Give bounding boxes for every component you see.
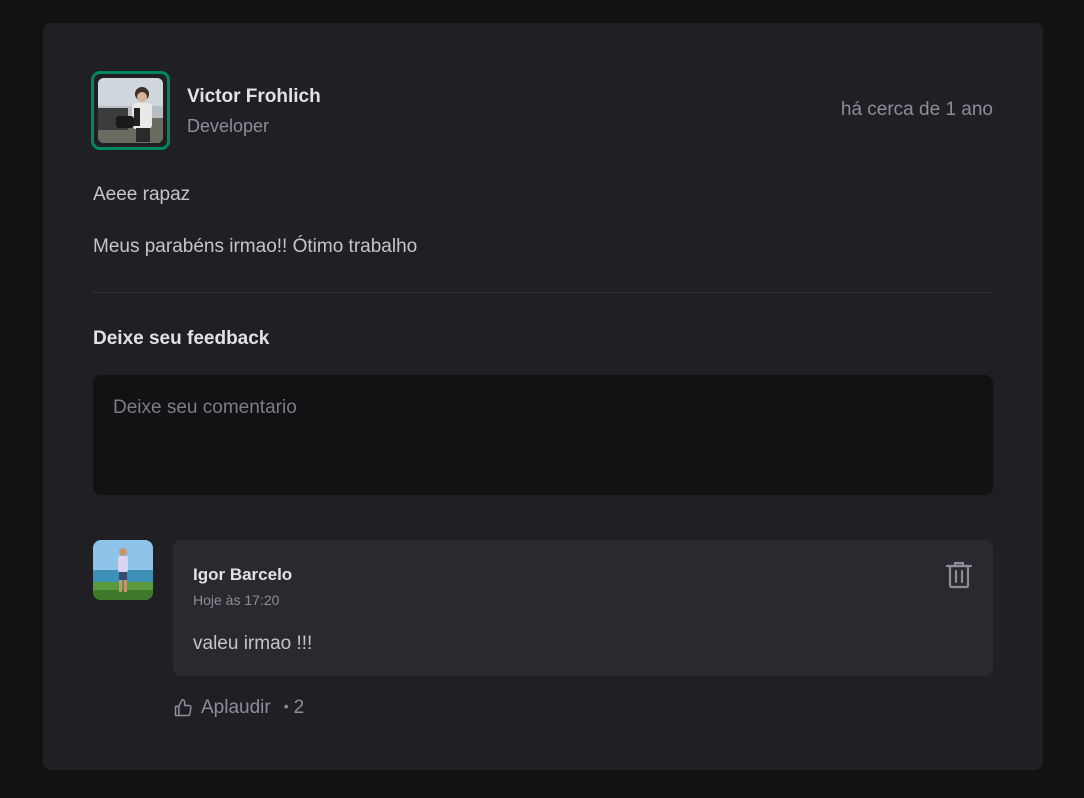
comment-box: Igor Barcelo Hoje às 17:20 valeu irmao !… [173,540,993,676]
author-name[interactable]: Victor Frohlich [187,86,321,108]
post-header: Victor Frohlich Developer há cerca de 1 … [91,71,993,150]
author-role: Developer [187,116,270,136]
post-card: Victor Frohlich Developer há cerca de 1 … [43,23,1043,770]
post-paragraph: Meus parabéns irmao!! Ótimo trabalho [93,236,418,257]
applaud-label: Aplaudir [201,697,271,718]
applaud-count: 2 [279,697,305,719]
comment-timestamp: Hoje às 17:20 [193,592,280,608]
author-avatar[interactable] [91,71,170,150]
comment-input[interactable] [93,375,993,495]
comment-author[interactable]: Igor Barcelo [193,565,292,585]
trash-icon [945,561,973,589]
delete-comment-button[interactable] [945,560,973,590]
author-photo [98,78,163,143]
post-paragraph: Aeee rapaz [93,184,191,205]
commenter-avatar[interactable] [93,540,153,600]
post-content: Aeee rapaz Meus parabéns irmao!! Ótimo t… [93,183,993,287]
thumbs-up-icon [174,698,192,717]
applaud-button[interactable]: Aplaudir 2 [173,695,304,721]
divider [93,292,993,293]
post-timestamp: há cerca de 1 ano [840,99,993,120]
comment-text: valeu irmao !!! [193,633,313,654]
feedback-title: Deixe seu feedback [93,328,270,349]
